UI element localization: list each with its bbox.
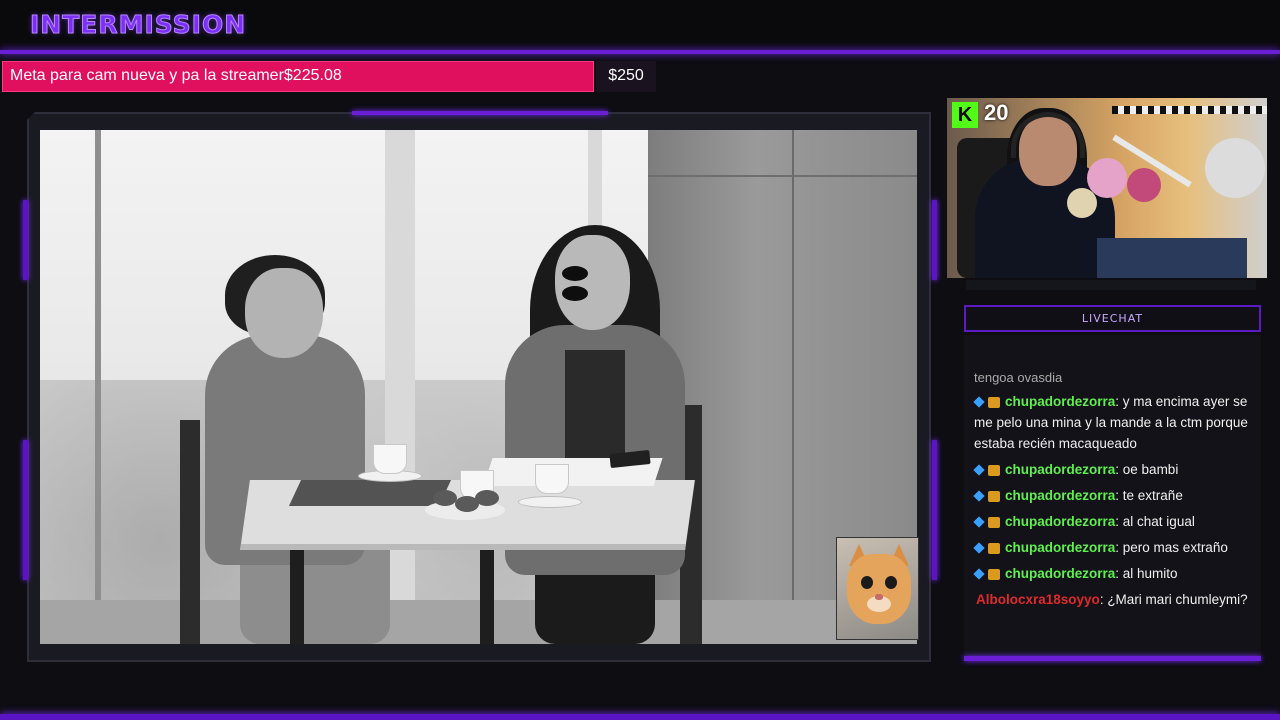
- bottom-accent: [0, 714, 1280, 720]
- table-leg: [290, 550, 304, 644]
- chat-username[interactable]: Albolocxra18soyyo: [976, 592, 1100, 607]
- chat-message: chupadordezorra: oe bambi: [973, 459, 1262, 480]
- chat-message: chupadordezorra: te extrañe: [973, 485, 1262, 506]
- chat-username[interactable]: chupadordezorra: [1005, 540, 1115, 555]
- shelf: [1112, 106, 1267, 114]
- crown-badge-icon: [988, 464, 1000, 476]
- cat-nose: [875, 594, 883, 600]
- title-bar: INTERMISSION: [0, 0, 1280, 52]
- chat-text: : pero mas extraño: [1115, 540, 1228, 555]
- floor: [40, 600, 917, 644]
- fan: [1205, 138, 1265, 198]
- person-left-head: [245, 268, 323, 358]
- crown-badge-icon: [988, 516, 1000, 528]
- goal-label: Meta para cam nueva y pa la streamer$225…: [10, 67, 342, 84]
- side-accent-right: [932, 440, 937, 580]
- person-right-shirt: [565, 350, 625, 470]
- crown-badge-icon: [988, 542, 1000, 554]
- chat-cutoff-line: tengoa ovasdia: [974, 370, 1063, 385]
- chat-text: : ¿Mari mari chumleymi?: [1099, 592, 1248, 607]
- chat-message: chupadordezorra: al humito: [973, 563, 1262, 584]
- page-title: INTERMISSION: [29, 10, 247, 40]
- chat-bottom-accent: [964, 656, 1261, 661]
- side-accent-left: [23, 440, 28, 580]
- diamond-badge-icon: [973, 568, 985, 581]
- stream-overlay: INTERMISSION Meta para cam nueva y pa la…: [0, 0, 1280, 720]
- main-video[interactable]: [40, 130, 917, 644]
- cat-eye: [885, 576, 897, 589]
- diamond-badge-icon: [973, 464, 985, 477]
- webcam-underline: [966, 280, 1256, 290]
- cat-face: [847, 554, 911, 624]
- diamond-badge-icon: [973, 396, 985, 409]
- goal-target: $250: [596, 61, 656, 92]
- person-right-head: [555, 235, 630, 330]
- side-accent-left: [23, 200, 28, 280]
- chat-text: : oe bambi: [1115, 462, 1179, 477]
- chat-message: chupadordezorra: al chat igual: [973, 511, 1262, 532]
- side-accent-right: [932, 200, 937, 280]
- crown-badge-icon: [988, 568, 1000, 580]
- goal-progress-bar: Meta para cam nueva y pa la streamer$225…: [2, 61, 594, 92]
- coffee-cup: [535, 464, 569, 494]
- wall-seam: [648, 175, 917, 177]
- viewer-count: 20: [984, 100, 1009, 125]
- desk: [1097, 238, 1247, 278]
- chat-message: chupadordezorra: y ma encima ayer se me …: [973, 391, 1262, 454]
- sunglasses: [562, 266, 624, 301]
- chat-text: : al chat igual: [1115, 514, 1195, 529]
- cat-eye: [861, 576, 873, 589]
- chat-text: : te extrañe: [1115, 488, 1183, 503]
- chat-header: LIVECHAT: [964, 305, 1261, 332]
- plush-toy: [1067, 188, 1097, 218]
- chat-username[interactable]: chupadordezorra: [1005, 514, 1115, 529]
- diamond-badge-icon: [973, 516, 985, 529]
- crown-badge-icon: [988, 490, 1000, 502]
- chat-message: Albolocxra18soyyo: ¿Mari mari chumleymi?: [976, 589, 1264, 610]
- saucer: [518, 496, 582, 508]
- chat-text: : al humito: [1115, 566, 1178, 581]
- window-frame: [95, 130, 101, 644]
- kick-icon: K: [952, 102, 978, 128]
- chat-username[interactable]: chupadordezorra: [1005, 394, 1115, 409]
- placemat: [288, 480, 452, 506]
- top-divider: [0, 50, 1280, 54]
- diamond-badge-icon: [973, 542, 985, 555]
- chat-username[interactable]: chupadordezorra: [1005, 488, 1115, 503]
- pastry: [475, 490, 499, 506]
- pastry: [433, 490, 457, 506]
- chat-username[interactable]: chupadordezorra: [1005, 566, 1115, 581]
- chat-message: chupadordezorra: pero mas extraño: [973, 537, 1262, 558]
- plush-toy: [1127, 168, 1161, 202]
- chair: [180, 420, 200, 644]
- chat-username[interactable]: chupadordezorra: [1005, 462, 1115, 477]
- crown-badge-icon: [988, 396, 1000, 408]
- coffee-cup: [373, 444, 407, 474]
- diamond-badge-icon: [973, 490, 985, 503]
- chat-title: LIVECHAT: [1081, 312, 1144, 325]
- table-leg: [480, 550, 494, 644]
- wall-seam: [792, 130, 794, 644]
- frame-accent: [352, 111, 608, 115]
- cat-cam: [836, 537, 919, 640]
